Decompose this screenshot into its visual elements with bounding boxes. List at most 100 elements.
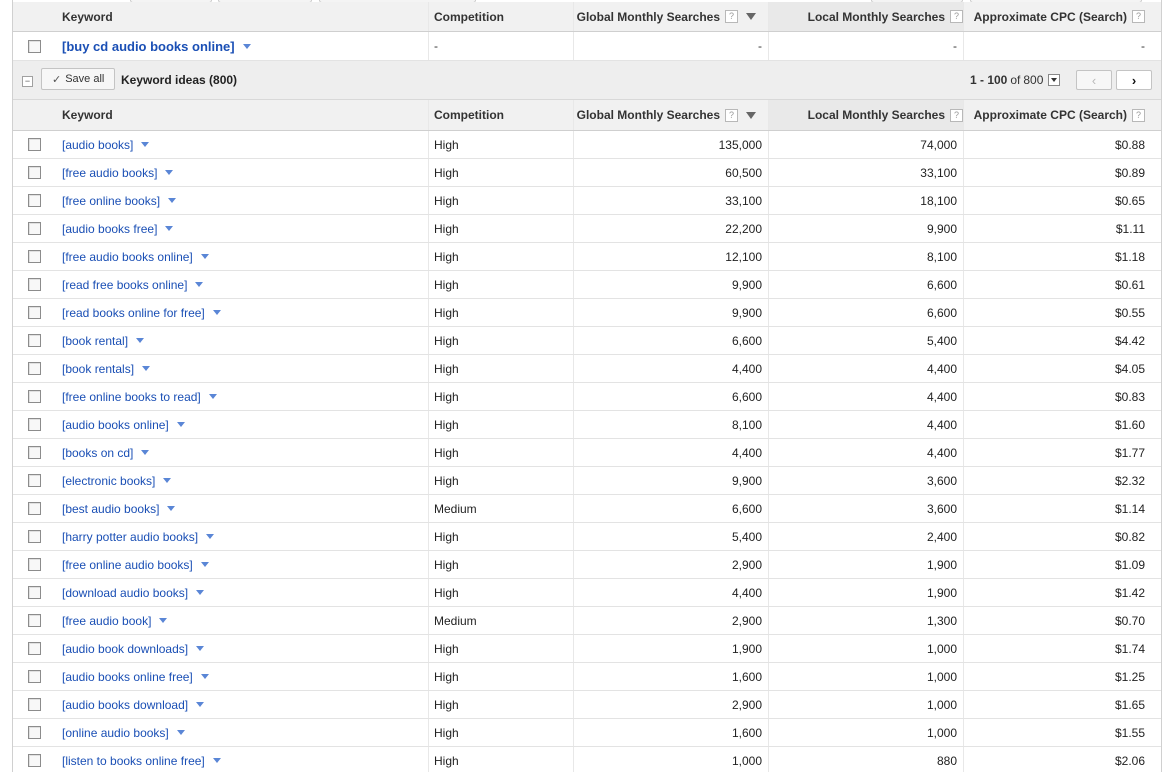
col-header-local-searches[interactable]: Local Monthly Searches? [769,100,964,130]
checkbox-icon[interactable] [27,418,41,431]
checkbox-icon[interactable] [27,194,41,207]
dropdown-caret-icon[interactable] [206,534,215,539]
checkbox-icon[interactable] [27,446,41,459]
keyword-link[interactable]: [audio books download] [62,698,188,712]
col-header-cpc[interactable]: Approximate CPC (Search)? [964,2,1161,31]
dropdown-caret-icon[interactable] [212,310,221,315]
checkbox-icon[interactable] [27,138,41,151]
keyword-link[interactable]: [harry potter audio books] [62,530,198,544]
col-header-global-searches[interactable]: Global Monthly Searches? [574,2,769,31]
col-header-local-searches[interactable]: Local Monthly Searches? [769,2,964,31]
dropdown-caret-icon[interactable] [163,478,172,483]
checkbox-icon[interactable] [27,362,41,375]
keyword-link[interactable]: [audio book downloads] [62,642,188,656]
dropdown-caret-icon[interactable] [208,394,217,399]
help-icon[interactable]: ? [950,108,963,122]
sort-desc-icon[interactable] [746,13,756,20]
keyword-link[interactable]: [electronic books] [62,474,155,488]
keyword-link[interactable]: [download audio books] [62,586,188,600]
dropdown-caret-icon[interactable] [168,198,177,203]
keyword-link[interactable]: [free audio book] [62,614,151,628]
col-header-keyword[interactable]: Keyword [55,100,429,130]
keyword-link[interactable]: [books on cd] [62,446,133,460]
competition-value: High [429,439,574,466]
keyword-link[interactable]: [online audio books] [62,726,169,740]
dropdown-caret-icon[interactable] [200,674,209,679]
keyword-link[interactable]: [audio books online] [62,418,169,432]
dropdown-caret-icon[interactable] [141,142,150,147]
dropdown-caret-icon[interactable] [167,506,176,511]
checkbox-icon[interactable] [27,502,41,515]
checkbox-icon[interactable] [27,698,41,711]
checkbox-icon[interactable] [27,614,41,627]
col-header-global-searches[interactable]: Global Monthly Searches? [574,100,769,130]
checkbox-icon[interactable] [27,754,41,767]
keyword-link[interactable]: [listen to books online free] [62,754,205,768]
keyword-link[interactable]: [free audio books] [62,166,157,180]
dropdown-caret-icon[interactable] [196,646,205,651]
keyword-link[interactable]: [free online audio books] [62,558,193,572]
dropdown-caret-icon[interactable] [136,338,145,343]
col-header-keyword[interactable]: Keyword [55,2,429,31]
checkbox-icon[interactable] [27,670,41,683]
checkbox-icon[interactable] [27,250,41,263]
collapse-minus-icon[interactable]: − [22,76,33,87]
checkbox-icon[interactable] [27,222,41,235]
competition-value: High [429,551,574,578]
sort-desc-icon[interactable] [746,111,756,119]
keyword-link[interactable]: [buy cd audio books online] [62,39,235,54]
dropdown-caret-icon[interactable] [212,758,221,763]
keyword-link[interactable]: [read free books online] [62,278,187,292]
prev-page-button[interactable]: ‹ [1076,70,1112,90]
checkbox-icon[interactable] [27,726,41,739]
dropdown-caret-icon[interactable] [141,450,150,455]
global-searches-value: 1,600 [574,719,769,746]
keyword-link[interactable]: [best audio books] [62,502,159,516]
help-icon[interactable]: ? [1132,10,1145,23]
dropdown-caret-icon[interactable] [196,702,205,707]
checkbox-icon[interactable] [27,39,41,53]
dropdown-caret-icon[interactable] [242,43,251,49]
checkbox-icon[interactable] [27,278,41,291]
checkbox-icon[interactable] [27,390,41,403]
help-icon[interactable]: ? [725,10,738,23]
col-header-competition[interactable]: Competition [429,2,574,31]
checkbox-icon[interactable] [27,166,41,179]
dropdown-caret-icon[interactable] [165,226,174,231]
keyword-link[interactable]: [read books online for free] [62,306,205,320]
dropdown-caret-icon[interactable] [176,422,185,427]
col-header-cpc[interactable]: Approximate CPC (Search)? [964,100,1161,130]
checkbox-icon[interactable] [27,530,41,543]
keyword-link[interactable]: [free audio books online] [62,250,193,264]
page-size-dropdown-icon[interactable] [1048,74,1061,86]
keyword-link[interactable]: [audio books online free] [62,670,193,684]
keyword-link[interactable]: [book rentals] [62,362,134,376]
keyword-link[interactable]: [free online books to read] [62,390,201,404]
keyword-link[interactable]: [free online books] [62,194,160,208]
dropdown-caret-icon[interactable] [196,590,205,595]
dropdown-caret-icon[interactable] [165,170,174,175]
global-searches-value: 1,600 [574,663,769,690]
local-searches-value: 4,400 [769,355,964,382]
dropdown-caret-icon[interactable] [142,366,151,371]
checkbox-icon[interactable] [27,334,41,347]
keyword-link[interactable]: [audio books free] [62,222,157,236]
checkbox-icon[interactable] [27,306,41,319]
next-page-button[interactable]: › [1116,70,1152,90]
dropdown-caret-icon[interactable] [176,730,185,735]
dropdown-caret-icon[interactable] [200,254,209,259]
dropdown-caret-icon[interactable] [159,618,168,623]
checkbox-icon[interactable] [27,558,41,571]
dropdown-caret-icon[interactable] [195,282,204,287]
save-all-button[interactable]: ✓ Save all [41,68,116,90]
checkbox-icon[interactable] [27,586,41,599]
help-icon[interactable]: ? [1132,108,1145,122]
help-icon[interactable]: ? [950,10,963,23]
keyword-link[interactable]: [book rental] [62,334,128,348]
help-icon[interactable]: ? [725,108,738,122]
checkbox-icon[interactable] [27,474,41,487]
checkbox-icon[interactable] [27,642,41,655]
keyword-link[interactable]: [audio books] [62,138,133,152]
dropdown-caret-icon[interactable] [200,562,209,567]
col-header-competition[interactable]: Competition [429,100,574,130]
